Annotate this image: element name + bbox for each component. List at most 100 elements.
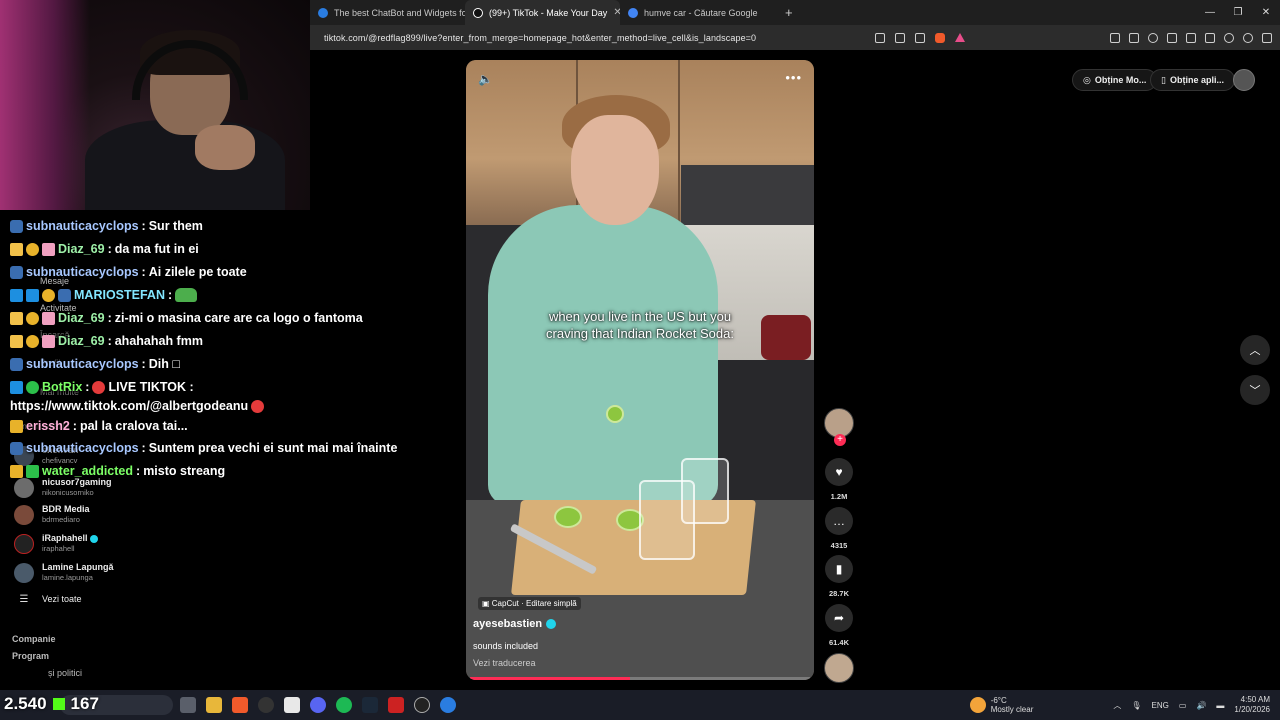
video-player[interactable]: when you live in the US but you craving …: [466, 60, 814, 680]
user-name: iRaphahell: [42, 533, 98, 544]
sidebar-icon[interactable]: [1167, 32, 1177, 43]
get-coins-button[interactable]: ◎ Obține Mo...: [1072, 69, 1158, 91]
spotify-icon[interactable]: [336, 697, 352, 713]
following-user[interactable]: nicusor7gaming nikonicusorniko: [14, 477, 112, 498]
footer-company[interactable]: Companie: [12, 634, 56, 644]
picture-in-picture-icon[interactable]: [1129, 32, 1139, 43]
bookmark-icon: ▮: [835, 562, 843, 576]
get-coins-label: Obține Mo...: [1094, 75, 1147, 85]
obs-icon[interactable]: [258, 697, 274, 713]
url-text[interactable]: tiktok.com/@redflag899/live?enter_from_m…: [324, 33, 756, 43]
more-options-icon[interactable]: •••: [785, 70, 802, 85]
share-icon[interactable]: [915, 32, 925, 43]
media-icon[interactable]: [1148, 32, 1158, 43]
brave-shields-icon[interactable]: [935, 32, 945, 43]
capcut-app-icon[interactable]: [388, 697, 404, 713]
video-caption: when you live in the US but you craving …: [546, 309, 734, 341]
steam-icon[interactable]: [362, 697, 378, 713]
author-name: ayesebastien: [473, 618, 543, 630]
tab-tiktok[interactable]: (99+) TikTok - Make Your Day ✕: [465, 0, 620, 25]
translate-link[interactable]: Vezi traducerea: [473, 658, 536, 668]
see-all-button[interactable]: ☰ Vezi toate: [14, 594, 82, 605]
app-icon[interactable]: [284, 697, 300, 713]
volume-tray-icon[interactable]: 🔊: [1196, 701, 1206, 710]
tab-botrix[interactable]: The best ChatBot and Widgets for Kick: [310, 0, 465, 25]
coin-badge-icon: [42, 288, 55, 302]
download-icon[interactable]: [1205, 32, 1215, 43]
microphone-icon[interactable]: 🎙: [1131, 701, 1141, 710]
chat-colon: :: [141, 219, 146, 233]
weather-icon: [969, 697, 986, 713]
leo-ai-icon[interactable]: [1224, 32, 1234, 43]
video-progress-fill: [470, 677, 630, 680]
tab-title: (99+) TikTok - Make Your Day: [489, 7, 608, 18]
discord-icon[interactable]: [310, 697, 326, 713]
temperature: -6°C: [990, 696, 1007, 705]
brave-icon[interactable]: [232, 697, 248, 713]
address-bar[interactable]: tiktok.com/@redflag899/live?enter_from_m…: [310, 25, 1280, 50]
chat-username: subnauticacyclops: [26, 441, 139, 455]
share-button[interactable]: ➦: [825, 604, 853, 632]
chat-link-text[interactable]: https://www.tiktok.com/@albertgodeanu: [10, 399, 248, 413]
minimize-icon[interactable]: —: [1196, 0, 1224, 25]
crown-badge-icon: [10, 242, 23, 256]
webcam-feed: [0, 0, 310, 210]
following-user[interactable]: Lamine Lapungă lamine.lapunga: [14, 562, 114, 583]
weather-text: Mostly clear: [990, 705, 1034, 714]
mute-site-icon[interactable]: [875, 32, 885, 43]
footer-program[interactable]: Program: [12, 651, 49, 661]
weather-widget[interactable]: -6°C Mostly clear: [969, 696, 1034, 714]
following-user[interactable]: BDR Media bdrmediaro: [14, 504, 90, 525]
chat-message: Diaz_69: ahahahah fmm: [10, 334, 203, 348]
follow-plus-icon[interactable]: +: [834, 434, 846, 446]
cast-icon[interactable]: [895, 32, 905, 43]
language-indicator[interactable]: ENG: [1152, 701, 1169, 710]
save-button[interactable]: ▮: [825, 555, 853, 583]
glass: [681, 458, 729, 524]
close-tab-icon[interactable]: ✕: [613, 7, 620, 18]
wallet-icon[interactable]: [1186, 32, 1196, 43]
capcut-tag[interactable]: ▣ CapCut · Editare simplă: [478, 597, 581, 610]
previous-video-button[interactable]: ︿: [1240, 335, 1270, 365]
like-button[interactable]: ♥: [825, 458, 853, 486]
comment-icon: …: [833, 514, 845, 528]
following-user[interactable]: iRaphahell iraphahell: [14, 533, 98, 554]
chat-text: da ma fut in ei: [114, 242, 199, 256]
new-tab-button[interactable]: +: [775, 5, 803, 20]
footer-terms[interactable]: și politici: [48, 668, 82, 678]
file-explorer-icon[interactable]: [206, 697, 222, 713]
comment-button[interactable]: …: [825, 507, 853, 535]
app-icon[interactable]: [414, 697, 430, 713]
gift-badge-icon: [42, 311, 55, 325]
next-video-button[interactable]: ﹀: [1240, 375, 1270, 405]
siren-emote-icon: [251, 399, 265, 413]
chat-message: subnauticacyclops: Ai zilele pe toate: [10, 265, 247, 279]
chat-text: zi-mi o masina care are ca logo o fantom…: [114, 311, 363, 325]
verified-icon: [546, 619, 557, 630]
extensions-icon[interactable]: [1110, 32, 1120, 43]
sound-avatar[interactable]: [824, 653, 854, 683]
crown-badge-icon: [10, 334, 23, 348]
window-controls: — ❐ ✕: [1196, 0, 1280, 25]
menu-icon[interactable]: [1262, 32, 1272, 43]
app-icon[interactable]: [440, 697, 456, 713]
battery-icon[interactable]: ▬: [1216, 701, 1224, 710]
video-progress-bar[interactable]: [470, 677, 810, 680]
brave-rewards-icon[interactable]: [955, 33, 965, 42]
vpn-icon[interactable]: [1243, 32, 1253, 43]
viewer-count: 2.540: [4, 694, 47, 713]
profile-avatar[interactable]: [1233, 69, 1255, 91]
volume-icon[interactable]: 🔈: [478, 72, 493, 86]
network-icon[interactable]: ▭: [1179, 701, 1187, 710]
get-app-button[interactable]: ▯ Obține apli...: [1150, 69, 1235, 91]
siren-emote-icon: [92, 380, 106, 394]
task-view-icon[interactable]: [180, 697, 196, 713]
taskbar-clock[interactable]: 4:50 AM 1/20/2026: [1234, 695, 1270, 715]
close-window-icon[interactable]: ✕: [1252, 0, 1280, 25]
tray-overflow-icon[interactable]: ︿: [1113, 700, 1121, 711]
tab-google[interactable]: humve car - Căutare Google: [620, 0, 775, 25]
viewer-counter: 2.540 167: [4, 694, 99, 714]
video-author[interactable]: ayesebastien: [473, 618, 557, 630]
maximize-icon[interactable]: ❐: [1224, 0, 1252, 25]
avatar: [14, 533, 34, 554]
